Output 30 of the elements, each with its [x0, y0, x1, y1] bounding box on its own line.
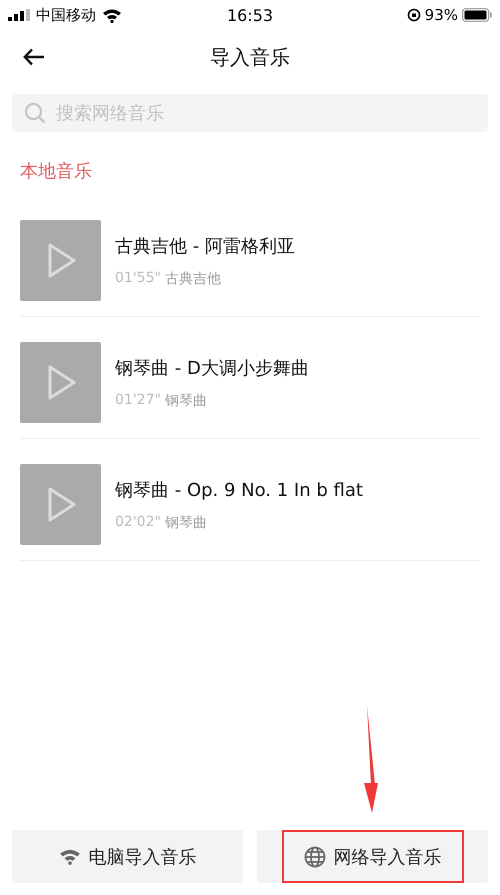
song-album: 钢琴曲 — [164, 514, 207, 532]
song-title: 钢琴曲 - Op. 9 No. 1 In b flat — [115, 478, 363, 502]
song-title: 钢琴曲 - D大调小步舞曲 — [115, 356, 309, 380]
signal-icon — [8, 9, 30, 21]
status-time: 16:53 — [226, 6, 274, 24]
import-button[interactable]: 电脑导入音乐 — [12, 830, 243, 883]
back-arrow-icon[interactable] — [23, 48, 45, 66]
battery-percent: 93% — [424, 6, 458, 24]
play-cover-icon — [20, 464, 101, 545]
wifi-icon — [58, 848, 80, 865]
search-icon — [24, 102, 46, 124]
globe-icon — [304, 846, 326, 868]
song-album: 古典吉他 — [164, 270, 221, 288]
play-cover-icon — [20, 342, 101, 423]
battery-icon — [462, 8, 492, 22]
wifi-icon — [102, 8, 122, 22]
song-duration: 01'27" — [115, 392, 161, 410]
song-item[interactable]: 古典吉他 - 阿雷格利亚 01'55" 古典吉他 — [20, 195, 480, 317]
song-title: 古典吉他 - 阿雷格利亚 — [115, 234, 295, 258]
rotation-lock-icon — [406, 8, 421, 22]
section-title: 本地音乐 — [19, 160, 93, 184]
song-duration: 01'55" — [115, 270, 161, 288]
carrier-name: 中国移动 — [36, 6, 96, 24]
song-item[interactable]: 钢琴曲 - D大调小步舞曲 01'27" 钢琴曲 — [20, 317, 480, 439]
import-button[interactable]: 网络导入音乐 — [257, 830, 488, 883]
page-title: 导入音乐 — [210, 44, 290, 70]
song-item[interactable]: 钢琴曲 - Op. 9 No. 1 In b flat 02'02" 钢琴曲 — [20, 439, 480, 561]
song-album: 钢琴曲 — [164, 392, 207, 410]
play-cover-icon — [20, 220, 101, 301]
song-duration: 02'02" — [115, 514, 161, 532]
